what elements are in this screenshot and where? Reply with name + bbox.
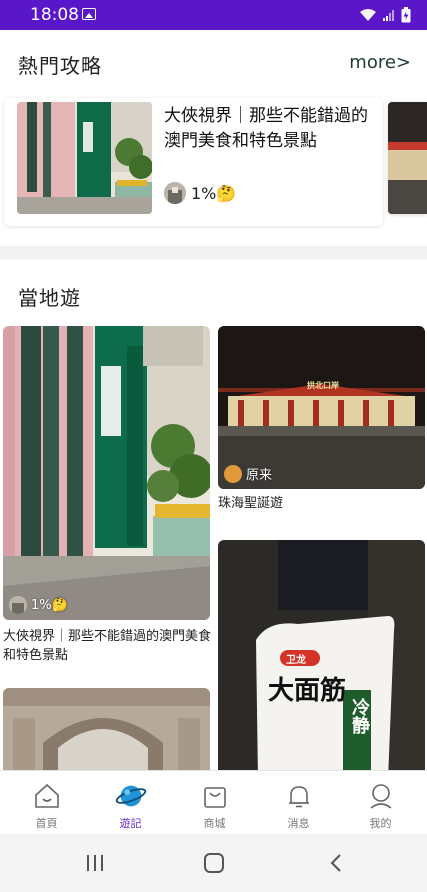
home-circle-icon [204, 853, 224, 873]
feed-card-image [218, 540, 425, 770]
nav-shop[interactable]: 商城 [172, 771, 257, 835]
next-guide-card-peek[interactable] [388, 102, 427, 214]
nav-home-label: 首頁 [35, 817, 58, 830]
recent-apps-button[interactable] [75, 848, 115, 878]
hot-guide-stat: 1%🤔 [191, 183, 237, 203]
package-title: 大面筋 [268, 676, 347, 706]
bell-icon [283, 781, 315, 811]
feed-card-image [3, 326, 210, 620]
status-icons [359, 6, 411, 24]
nav-home[interactable]: 首頁 [4, 771, 89, 835]
feed-card[interactable]: 卫龙 大面筋 冷静 [218, 540, 425, 770]
nav-profile[interactable]: 我的 [338, 771, 423, 835]
package-brand: 卫龙 [286, 655, 306, 666]
back-chevron-icon [330, 854, 341, 872]
feed-card[interactable] [3, 688, 210, 770]
home-icon [31, 781, 63, 811]
feed-card-author: 原来 [246, 468, 273, 483]
system-nav-bar [0, 834, 427, 892]
hot-guide-title: 大俠視界｜那些不能錯過的澳門美食和特色景點 [164, 106, 368, 151]
status-bar: 18:08 [0, 0, 427, 30]
feed-card-caption: 珠海聖誕遊 [218, 496, 284, 511]
feed-card[interactable]: 拱北口岸 原来 [218, 326, 425, 489]
feed-card-stat: 1%🤔 [31, 597, 68, 613]
nav-travelogue[interactable]: 遊記 [88, 771, 173, 835]
author-avatar [224, 464, 242, 483]
back-button[interactable] [316, 848, 356, 878]
nav-shop-label: 商城 [203, 817, 226, 830]
package-subtitle: 冷静 [349, 698, 370, 734]
local-feed: 1%🤔 大俠視界｜那些不能錯過的澳門美食和特色景點 拱北口岸 原来 珠海聖誕遊 [0, 322, 427, 770]
signal-icon [383, 10, 394, 21]
feed-card-caption: 大俠視界｜那些不能錯過的澳門美食和特色景點 [3, 629, 212, 663]
local-travel-title: 當地遊 [18, 286, 81, 310]
nav-messages[interactable]: 消息 [256, 771, 341, 835]
home-button[interactable] [194, 848, 234, 878]
bottom-nav: 首頁 遊記 商城 消息 我的 [0, 770, 427, 834]
gallery-notification-icon [82, 8, 96, 20]
author-avatar [9, 596, 27, 614]
feed-card-meta: 原来 [224, 464, 272, 483]
battery-charging-icon [401, 7, 411, 23]
nav-travelogue-label: 遊記 [119, 817, 142, 830]
wifi-icon [360, 9, 376, 21]
hot-guide-thumbnail [17, 102, 152, 214]
author-avatar [164, 182, 186, 204]
feed-card[interactable]: 1%🤔 [3, 326, 210, 620]
hot-guides-section: 熱門攻略 more> 大俠視界｜那些不能錯過的澳門美食和特色景點 1%🤔 [0, 30, 427, 246]
feed-card-meta: 1%🤔 [9, 596, 68, 614]
hot-guide-card[interactable]: 大俠視界｜那些不能錯過的澳門美食和特色景點 1%🤔 [4, 98, 383, 226]
feed-card-image [3, 688, 210, 770]
hot-guide-meta: 1%🤔 [164, 182, 236, 204]
shopping-bag-icon [199, 781, 231, 811]
hot-guides-title: 熱門攻略 [18, 54, 102, 78]
nav-profile-label: 我的 [369, 817, 392, 830]
nav-messages-label: 消息 [287, 817, 310, 830]
more-link[interactable]: more> [349, 52, 411, 73]
gate-sign: 拱北口岸 [307, 381, 339, 390]
recent-apps-icon [87, 855, 103, 871]
status-time: 18:08 [30, 5, 79, 25]
section-divider [0, 246, 427, 260]
profile-icon [365, 781, 397, 811]
planet-icon [115, 781, 147, 811]
